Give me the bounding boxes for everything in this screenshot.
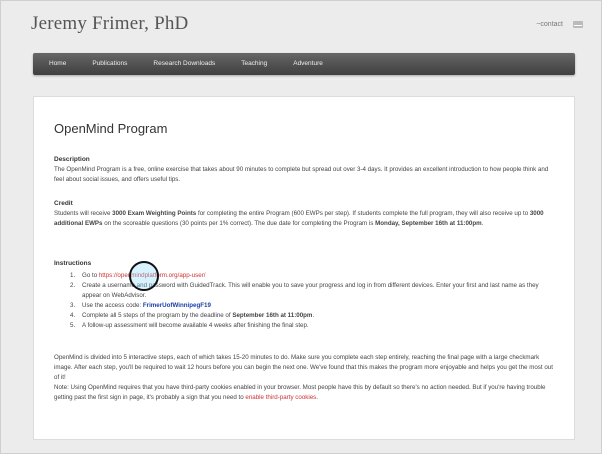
content-card: OpenMind Program Description The OpenMin…: [33, 96, 575, 440]
credit-text-1: Students will receive: [54, 210, 113, 217]
credit-text-4: .: [481, 220, 484, 227]
cookies-note-end: .: [316, 394, 318, 401]
contact-link[interactable]: ~contact: [536, 21, 563, 28]
site-title[interactable]: Jeremy Frimer, PhD: [31, 13, 188, 35]
list-item-number: 5.: [70, 322, 76, 329]
credit-section: Credit Students will receive 3000 Exam W…: [54, 200, 559, 229]
deadline-bold: September 16th at 11:00pm: [232, 312, 313, 319]
details-section: OpenMind is divided into 5 interactive s…: [54, 353, 559, 403]
openmind-platform-link[interactable]: https://openmindplatform.org/app-user/: [99, 272, 206, 279]
mail-icon[interactable]: [573, 21, 583, 28]
program-steps-paragraph: OpenMind is divided into 5 interactive s…: [54, 354, 553, 381]
nav-item-adventure[interactable]: Adventure: [280, 53, 336, 75]
list-item-text: Complete all 5 steps of the program by t…: [82, 312, 233, 319]
instructions-heading: Instructions: [54, 260, 92, 267]
list-item: 3. Use the access code: FrimerUofWinnipe…: [54, 301, 559, 311]
credit-bold-due-date: Monday, September 16th at 11:00pm: [375, 220, 482, 227]
list-item: 5. A follow-up assessment will become av…: [54, 321, 559, 331]
list-item: 2. Create a username and password with G…: [54, 281, 559, 301]
nav-item-research-downloads[interactable]: Research Downloads: [140, 53, 228, 75]
list-item-text: A follow-up assessment will become avail…: [82, 322, 309, 329]
list-item-number: 3.: [70, 302, 76, 309]
instructions-list: 1. Go to https://openmindplatform.org/ap…: [54, 271, 559, 331]
browser-viewport: Jeremy Frimer, PhD ~contact Home Publica…: [0, 0, 602, 454]
description-text: The OpenMind Program is a free, online e…: [54, 166, 549, 183]
instructions-section: Instructions 1. Go to https://openmindpl…: [54, 260, 559, 331]
nav-item-teaching[interactable]: Teaching: [228, 53, 280, 75]
list-item: 4. Complete all 5 steps of the program b…: [54, 311, 559, 321]
list-item-text: Go to: [82, 272, 99, 279]
cookies-note: Note: Using OpenMind requires that you h…: [54, 383, 559, 403]
main-nav: Home Publications Research Downloads Tea…: [33, 53, 575, 75]
list-item-text: Use the access code:: [82, 302, 143, 309]
enable-cookies-link[interactable]: enable third-party cookies: [245, 394, 316, 401]
credit-text-2: for completing the entire Program (600 E…: [196, 210, 530, 217]
page-title: OpenMind Program: [54, 121, 168, 136]
site-header: Jeremy Frimer, PhD ~contact: [31, 13, 583, 43]
list-item-text-end: .: [312, 312, 315, 319]
credit-bold-ewp: 3000 Exam Weighting Points: [112, 210, 197, 217]
list-item-number: 1.: [70, 272, 76, 279]
credit-heading: Credit: [54, 200, 73, 207]
list-item-number: 2.: [70, 282, 76, 289]
description-section: Description The OpenMind Program is a fr…: [54, 156, 559, 185]
list-item-number: 4.: [70, 312, 76, 319]
credit-text: Students will receive 3000 Exam Weightin…: [54, 209, 559, 229]
list-item: 1. Go to https://openmindplatform.org/ap…: [54, 271, 559, 281]
nav-item-publications[interactable]: Publications: [79, 53, 140, 75]
header-actions: ~contact: [536, 21, 583, 28]
nav-item-home[interactable]: Home: [33, 53, 79, 75]
list-item-text: Create a username and password with Guid…: [82, 282, 539, 299]
access-code: FrimerUofWinnipegF19: [142, 302, 211, 309]
credit-text-3: on the scoreable questions (30 points pe…: [102, 220, 376, 227]
description-heading: Description: [54, 156, 90, 163]
